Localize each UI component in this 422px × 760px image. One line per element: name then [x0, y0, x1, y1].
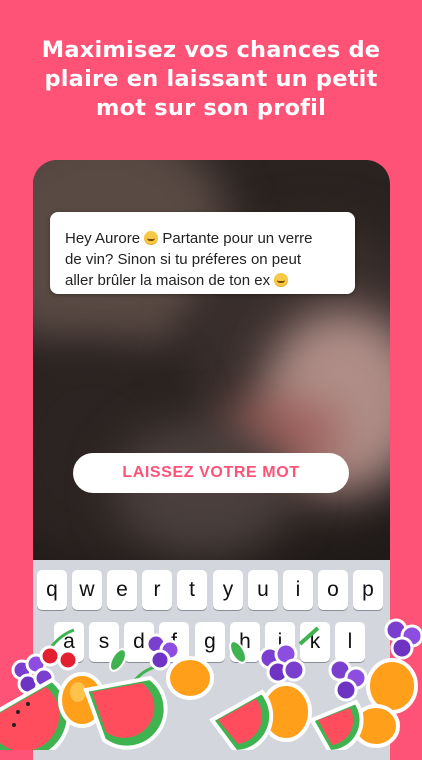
headline: Maximisez vos chances de plaire en laiss…: [0, 36, 422, 123]
headline-line-1: Maximisez vos chances de: [41, 37, 381, 63]
watermelon-icon: [0, 677, 71, 750]
headline-line-2: plaire en laissant un petit: [44, 66, 378, 92]
message-text: Hey Aurore Partante pour un verre de vin…: [65, 228, 341, 291]
leave-note-button[interactable]: LAISSEZ VOTRE MOT: [73, 453, 349, 493]
message-line-3a: aller brûler la maison de ton ex: [65, 272, 275, 289]
watermelon-icon: [83, 675, 364, 750]
message-line-1b: Partante pour un verre: [158, 230, 313, 247]
message-line-1a: Hey Aurore: [65, 230, 145, 247]
headline-line-3: mot sur son profil: [95, 95, 326, 121]
fruit-decoration: [0, 600, 422, 750]
grinning-face-icon: [274, 273, 289, 287]
fruit-stickers: [0, 618, 422, 750]
message-card[interactable]: Hey Aurore Partante pour un verre de vin…: [50, 212, 355, 294]
message-line-2: de vin? Sinon si tu préferes on peut: [65, 251, 301, 268]
grinning-face-icon: [144, 231, 159, 245]
